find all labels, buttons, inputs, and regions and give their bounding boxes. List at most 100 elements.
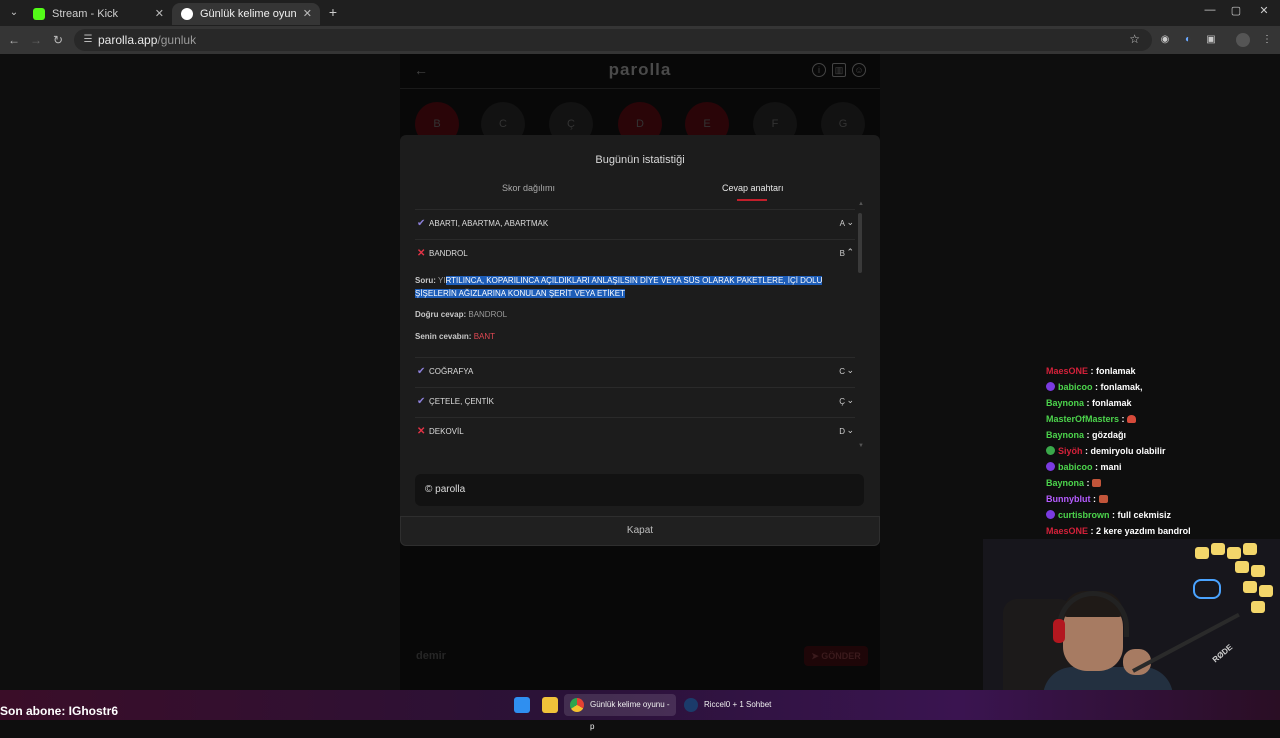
taskbar-chrome[interactable]: Günlük kelime oyunu - p: [564, 694, 676, 731]
chevron-down-icon[interactable]: ⌄: [846, 395, 854, 406]
site-info-icon[interactable]: ☰: [82, 34, 94, 46]
hex-light-icon: [1235, 561, 1249, 573]
chat-text: :: [1093, 494, 1097, 504]
chat-user: MaesONE: [1046, 366, 1089, 376]
your-answer: Senin cevabın: BANT: [415, 332, 496, 341]
chevron-down-icon[interactable]: ⌄: [846, 365, 854, 376]
answer-word: COĞRAFYA: [429, 367, 474, 376]
parolla-icon: [181, 8, 193, 20]
chat-message: MasterOfMasters :: [1046, 414, 1137, 430]
chat-user: Siyöh: [1058, 446, 1083, 456]
tab-kick-dashboard[interactable]: Stream - Kick Dashboard ✕: [24, 3, 172, 42]
steam-icon: [684, 698, 698, 712]
profile-icon[interactable]: ☺: [852, 63, 866, 77]
chat-message: Bunnyblut :: [1046, 494, 1108, 510]
window-close-icon[interactable]: ✕: [1254, 4, 1274, 17]
check-icon: ✔: [417, 218, 426, 229]
chat-message: curtisbrown : full cekmisiz: [1046, 510, 1171, 526]
kick-icon: [33, 8, 45, 20]
chevron-down-icon[interactable]: ⌄: [846, 425, 854, 436]
hex-light-icon: [1259, 585, 1273, 597]
emote-icon: [1127, 415, 1137, 423]
answer-input[interactable]: demir: [416, 650, 446, 662]
emote-icon: [1092, 479, 1102, 487]
answer-row[interactable]: ✕ DEKOVİL D ⌄: [415, 417, 855, 447]
answer-row-expanded[interactable]: ✕ BANDROL B ⌃: [415, 239, 855, 269]
tab-score-distribution[interactable]: Skor dağılımı: [502, 183, 555, 193]
hex-light-icon: [1243, 543, 1257, 555]
taskbar-steam[interactable]: Riccel0 + 1 Sohbet: [678, 694, 778, 716]
bookmark-star-icon[interactable]: ☆: [1129, 32, 1140, 46]
hex-light-icon: [1243, 581, 1257, 593]
chat-text: :: [1086, 478, 1090, 488]
minimize-icon[interactable]: —: [1200, 4, 1220, 16]
modal-title: Bugünün istatistiği: [595, 154, 685, 166]
answer-row[interactable]: ✔ ÇETELE, ÇENTİK Ç ⌄: [415, 387, 855, 417]
scrollbar-thumb[interactable]: [858, 213, 862, 273]
send-button[interactable]: ➤ GÖNDER: [804, 646, 868, 666]
hex-light-icon: [1251, 565, 1265, 577]
extensions-puzzle-icon[interactable]: ▣: [1204, 33, 1218, 47]
chat-text: : demiryolu olabilir: [1085, 446, 1166, 456]
browser-toolbar: ← → ↻ ☰ parolla.app/gunluk ☆ ◉ ◐ ▣ ⋮: [0, 26, 1280, 54]
maximize-icon[interactable]: ▢: [1226, 4, 1246, 17]
tab-search-icon[interactable]: ⌄: [6, 5, 22, 21]
check-icon: ✔: [417, 396, 426, 407]
answer-row[interactable]: ✔ ABARTI, ABARTMA, ABARTMAK A ⌄: [415, 209, 855, 239]
chat-user: Baynona: [1046, 430, 1085, 440]
reload-icon[interactable]: ↻: [50, 32, 66, 48]
windows-start-icon[interactable]: [514, 697, 530, 713]
stats-icon[interactable]: ▥: [832, 63, 846, 77]
question-text[interactable]: Soru: YIRTILINCA, KOPARILINCA AÇILDIKLAR…: [415, 274, 855, 300]
answer-row[interactable]: ✔ COĞRAFYA C ⌄: [415, 357, 855, 387]
back-icon[interactable]: ←: [6, 32, 22, 48]
chat-text: :: [1121, 414, 1125, 424]
subscriber-badge-icon: [1046, 510, 1055, 519]
answer-word: ÇETELE, ÇENTİK: [429, 397, 494, 406]
chat-user: Baynona: [1046, 398, 1085, 408]
answer-letter: A: [839, 219, 845, 228]
answer-word: BANDROL: [429, 249, 468, 258]
address-bar[interactable]: ☰ parolla.app/gunluk ☆: [74, 29, 1152, 51]
chat-text: : full cekmisiz: [1112, 510, 1172, 520]
close-icon[interactable]: ✕: [155, 3, 164, 25]
list-scrollbar[interactable]: ▲ ▼: [858, 201, 864, 453]
chat-text: : gözdağı: [1086, 430, 1127, 440]
chat-text: : 2 kere yazdım bandrol: [1090, 526, 1191, 536]
scroll-up-icon[interactable]: ▲: [858, 201, 864, 207]
close-icon[interactable]: ✕: [303, 3, 312, 25]
answer-letter: Ç: [839, 397, 845, 406]
scroll-down-icon[interactable]: ▼: [858, 443, 864, 449]
subscriber-badge-icon: [1046, 382, 1055, 391]
kebab-menu-icon[interactable]: ⋮: [1260, 33, 1274, 47]
answer-letter: C: [839, 367, 845, 376]
browser-tab-strip: ⌄ Stream - Kick Dashboard ✕ Günlük kelim…: [0, 0, 1280, 42]
chat-message: babicoo : mani: [1046, 462, 1122, 478]
answer-list: ✔ ABARTI, ABARTMA, ABARTMAK A ⌄ ✕ BANDRO…: [415, 209, 855, 449]
copyright-text: © parolla: [425, 484, 466, 495]
gamepad-neon-icon: [1193, 579, 1221, 599]
chevron-up-icon[interactable]: ⌃: [846, 247, 854, 258]
profile-avatar-icon[interactable]: [1236, 33, 1250, 47]
chat-text: : fonlamak,: [1095, 382, 1143, 392]
chat-message: Siyöh : demiryolu olabilir: [1046, 446, 1166, 462]
chat-user: MasterOfMasters: [1046, 414, 1120, 424]
file-explorer-icon[interactable]: [542, 697, 558, 713]
chevron-down-icon[interactable]: ⌄: [846, 217, 854, 228]
tab-answer-key[interactable]: Cevap anahtarı: [722, 183, 784, 193]
page-logo: parolla: [608, 60, 672, 79]
close-button[interactable]: Kapat: [400, 516, 880, 546]
url-text: parolla.app/gunluk: [98, 33, 197, 47]
chat-user: curtisbrown: [1058, 510, 1110, 520]
chat-message: babicoo : fonlamak,: [1046, 382, 1143, 398]
tab-parolla[interactable]: Günlük kelime oyunu - parolla ✕: [172, 3, 320, 25]
new-tab-button[interactable]: +: [325, 4, 341, 20]
extension-icon[interactable]: ◉: [1158, 33, 1172, 47]
answer-letter: D: [839, 427, 845, 436]
last-subscriber: Son abone: IGhostr6: [0, 704, 119, 718]
subscriber-badge-icon: [1046, 462, 1055, 471]
forward-icon[interactable]: →: [28, 32, 44, 48]
extension-icon[interactable]: ◐: [1181, 33, 1195, 47]
info-icon[interactable]: i: [812, 63, 826, 77]
emote-icon: [1098, 495, 1108, 503]
